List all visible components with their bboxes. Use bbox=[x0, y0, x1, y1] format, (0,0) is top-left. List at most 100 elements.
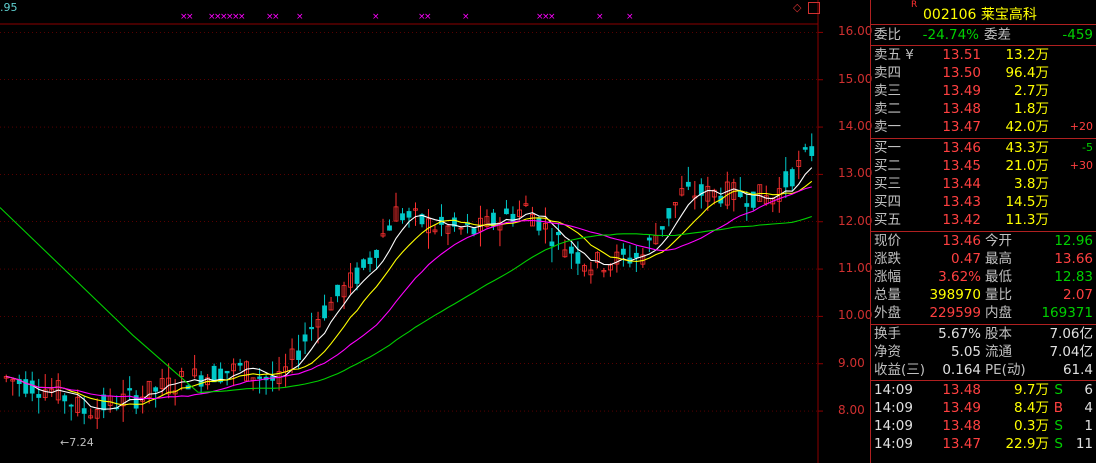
ask-row[interactable]: 卖二 13.48 1.8万 bbox=[871, 100, 1096, 118]
margin-flag: R bbox=[911, 0, 918, 10]
candle-body[interactable] bbox=[62, 395, 68, 402]
candle-body[interactable] bbox=[620, 248, 626, 255]
candle-body[interactable] bbox=[257, 376, 262, 379]
event-marker[interactable]: × bbox=[626, 12, 634, 22]
bid-volume: 14.5万 bbox=[1005, 194, 1049, 210]
tick-list[interactable]: 14:09 13.48 9.7万 S 6 14:09 13.49 8.4万 B 4 14:09 13.… bbox=[871, 381, 1096, 453]
maximize-icon[interactable] bbox=[808, 2, 820, 14]
weibi-row: 委比 -24.74% 委差 -459 bbox=[871, 25, 1096, 46]
tick-volume: 9.7万 bbox=[1014, 382, 1049, 398]
candle-body[interactable] bbox=[23, 379, 29, 394]
candle-body[interactable] bbox=[374, 249, 379, 258]
bid-row[interactable]: 买一 13.46 43.3万 -5 bbox=[871, 139, 1096, 157]
tick-side: S bbox=[1054, 436, 1063, 452]
tick-row[interactable]: 14:09 13.48 9.7万 S 6 bbox=[871, 381, 1096, 399]
candle-body[interactable] bbox=[783, 171, 789, 188]
stats-row: 涨幅 3.62% 最低 12.83 bbox=[871, 268, 1096, 286]
y-axis-label: 10.00 bbox=[838, 308, 873, 323]
tick-side: B bbox=[1053, 400, 1063, 416]
candle-body[interactable] bbox=[569, 246, 574, 254]
candle-body[interactable] bbox=[296, 350, 301, 360]
ask-volume: 96.4万 bbox=[1005, 65, 1049, 81]
candle-body[interactable] bbox=[802, 147, 808, 150]
candle-body[interactable] bbox=[335, 284, 340, 297]
ask-row[interactable]: 卖一 13.47 42.0万 +20 bbox=[871, 118, 1096, 136]
candle-body[interactable] bbox=[36, 394, 42, 398]
candle-body[interactable] bbox=[744, 203, 750, 207]
candle-body[interactable] bbox=[504, 208, 509, 215]
ask-row[interactable]: 卖五 ¥ 13.51 13.2万 bbox=[871, 46, 1096, 64]
tick-volume: 8.4万 bbox=[1014, 400, 1049, 416]
candle-body[interactable] bbox=[309, 326, 314, 330]
candle-body[interactable] bbox=[153, 387, 159, 392]
candle-body[interactable] bbox=[471, 228, 477, 235]
stats-value-right: 169371 bbox=[1041, 305, 1093, 321]
candle-body[interactable] bbox=[302, 334, 308, 342]
event-marker[interactable]: × bbox=[372, 12, 380, 22]
ask-row[interactable]: 卖四 13.50 96.4万 bbox=[871, 64, 1096, 82]
candle-body[interactable] bbox=[354, 267, 360, 284]
candle-body[interactable] bbox=[29, 380, 35, 394]
ask-label: 卖四 bbox=[874, 65, 901, 81]
tick-row[interactable]: 14:09 13.48 0.3万 S 1 bbox=[871, 417, 1096, 435]
y-axis-label: 11.00 bbox=[838, 261, 873, 276]
candle-body[interactable] bbox=[237, 362, 243, 366]
bid-row[interactable]: 买五 13.42 11.3万 bbox=[871, 211, 1096, 229]
weibi-value: -24.74% bbox=[922, 27, 979, 43]
stats-value-left: 0.47 bbox=[950, 251, 981, 267]
bid-change: -5 bbox=[1082, 141, 1093, 154]
kline-chart-area[interactable]: × × × × × × × × × × × × × × × × × × × × ←7.24 .95 ◇ 16.00 15.… bbox=[0, 0, 873, 463]
candle-body[interactable] bbox=[659, 226, 665, 230]
bid-row[interactable]: 买二 13.45 21.0万 +30 bbox=[871, 157, 1096, 175]
event-marker[interactable]: × bbox=[548, 12, 556, 22]
ask-price: 13.48 bbox=[942, 101, 981, 117]
kline-chart[interactable]: ×× ×××××× ×× × × ×× × ××× × ×←7.24 bbox=[0, 0, 870, 463]
candle-body[interactable] bbox=[646, 237, 652, 241]
weibi-label: 委比 bbox=[874, 27, 901, 43]
bid-label: 买一 bbox=[874, 140, 901, 156]
candle-body[interactable] bbox=[556, 232, 561, 236]
candle-body[interactable] bbox=[549, 241, 555, 247]
candle-body[interactable] bbox=[809, 146, 815, 156]
event-marker[interactable]: × bbox=[596, 12, 604, 22]
stats-value-left: 398970 bbox=[929, 287, 981, 303]
candle-body[interactable] bbox=[633, 252, 639, 259]
bid-row[interactable]: 买四 13.43 14.5万 bbox=[871, 193, 1096, 211]
diamond-icon[interactable]: ◇ bbox=[793, 2, 805, 14]
candle-body[interactable] bbox=[361, 259, 366, 268]
candle-body[interactable] bbox=[224, 370, 230, 374]
candle-body[interactable] bbox=[789, 169, 795, 187]
candle-body[interactable] bbox=[536, 217, 542, 231]
stats-label-left: 涨跌 bbox=[874, 251, 901, 267]
candle-body[interactable] bbox=[68, 404, 74, 407]
event-marker[interactable]: × bbox=[296, 12, 304, 22]
candle-body[interactable] bbox=[367, 257, 373, 265]
event-marker[interactable]: × bbox=[424, 12, 432, 22]
ask-label: 卖二 bbox=[874, 101, 901, 117]
candle-body[interactable] bbox=[211, 365, 217, 383]
candle-body[interactable] bbox=[685, 181, 691, 187]
tick-row[interactable]: 14:09 13.47 22.9万 S 11 bbox=[871, 435, 1096, 453]
ask-row[interactable]: 卖三 13.49 2.7万 bbox=[871, 82, 1096, 100]
y-axis-label: 8.00 bbox=[838, 403, 865, 418]
candle-body[interactable] bbox=[400, 213, 405, 221]
bid-change: +30 bbox=[1069, 159, 1093, 172]
candle-body[interactable] bbox=[387, 225, 392, 231]
event-marker[interactable]: × bbox=[462, 12, 470, 22]
event-marker[interactable]: × bbox=[186, 12, 194, 22]
candle-body[interactable] bbox=[666, 208, 672, 219]
tick-row[interactable]: 14:09 13.49 8.4万 B 4 bbox=[871, 399, 1096, 417]
bid-row[interactable]: 买三 13.44 3.8万 bbox=[871, 175, 1096, 193]
y-axis-label: 12.00 bbox=[838, 213, 873, 228]
candle-body[interactable] bbox=[575, 252, 581, 264]
stock-code-name[interactable]: 002106 莱宝高科 bbox=[923, 4, 1037, 24]
event-marker[interactable]: × bbox=[272, 12, 280, 22]
candle-body[interactable] bbox=[127, 388, 133, 391]
candle-body[interactable] bbox=[406, 211, 412, 218]
quote-panel: R 002106 莱宝高科 委比 -24.74% 委差 -459 卖五 ¥13.… bbox=[870, 0, 1096, 463]
bid-volume: 11.3万 bbox=[1005, 212, 1049, 228]
event-marker[interactable]: × bbox=[238, 12, 246, 22]
candle-body[interactable] bbox=[322, 305, 327, 319]
candle-body[interactable] bbox=[81, 408, 87, 414]
candle-body[interactable] bbox=[101, 394, 107, 411]
